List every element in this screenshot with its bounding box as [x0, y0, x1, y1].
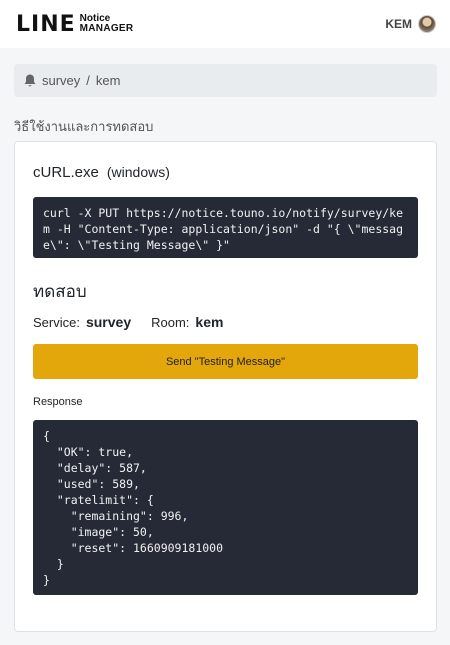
- service-label: Service:: [33, 315, 80, 330]
- service-value: survey: [85, 314, 132, 330]
- room-label: Room:: [151, 315, 190, 330]
- breadcrumb-separator: /: [86, 73, 90, 88]
- test-heading: ทดสอบ: [33, 282, 87, 301]
- usage-card: cURL.exe (windows) curl -X PUT https://no…: [14, 141, 437, 632]
- breadcrumb-room: kem: [95, 73, 121, 88]
- curl-os-label: (windows): [106, 164, 170, 180]
- avatar: [418, 15, 436, 33]
- response-label: Response: [33, 396, 83, 408]
- navbar: LINE Notice MANAGER KEM: [0, 0, 450, 48]
- brand-logo[interactable]: LINE Notice MANAGER: [16, 12, 133, 37]
- curl-command-code[interactable]: curl -X PUT https://notice.touno.io/noti…: [33, 197, 418, 258]
- section-title: วิธีใช้งานและการทดสอบ: [14, 119, 154, 134]
- curl-title: cURL.exe: [33, 164, 99, 181]
- bell-icon: [22, 73, 38, 89]
- response-code[interactable]: { "OK": true, "delay": 587, "used": 589,…: [33, 420, 418, 595]
- brand-manager-text: MANAGER: [79, 23, 134, 34]
- brand-subtitle: Notice MANAGER: [80, 14, 134, 34]
- breadcrumb: survey / kem: [14, 64, 437, 97]
- curl-heading: cURL.exe (windows): [33, 164, 170, 181]
- user-menu[interactable]: KEM: [385, 15, 436, 33]
- user-name: KEM: [385, 17, 412, 31]
- service-room-info: Service: survey Room: kem: [33, 314, 223, 330]
- breadcrumb-service-link[interactable]: survey: [42, 73, 80, 88]
- room-value: kem: [195, 314, 224, 330]
- brand-line-text: LINE: [16, 11, 76, 37]
- send-test-message-button[interactable]: Send "Testing Message": [33, 344, 418, 379]
